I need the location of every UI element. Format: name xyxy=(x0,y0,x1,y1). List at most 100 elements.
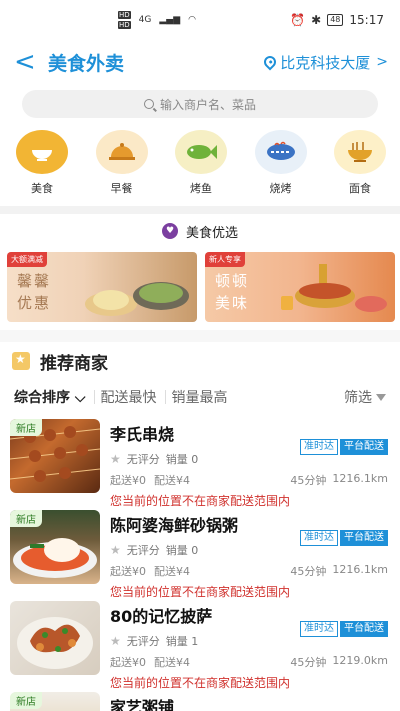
recommend-header: 推荐商家 xyxy=(0,342,400,380)
status-bar: HD HD 4G ▂▄▆ ◠ ⏰ ✱ 48 15:17 xyxy=(0,0,400,40)
sales: 销量 0 xyxy=(165,453,199,466)
bluetooth-icon: ✱ xyxy=(311,13,322,27)
rating: 无评分 xyxy=(126,544,160,557)
sort-sales[interactable]: 销量最高 xyxy=(172,387,236,407)
distance: 1216.1km xyxy=(332,472,388,485)
banner-text-line1: 顿顿 xyxy=(215,272,250,290)
category-food[interactable]: 美食 xyxy=(14,130,70,196)
signal-icon: ▂▄▆ xyxy=(159,15,181,25)
delivery-fee: 配送¥4 xyxy=(154,474,190,487)
search-icon xyxy=(143,99,154,109)
min-order: 起送¥0 xyxy=(110,565,146,578)
back-icon[interactable]: < xyxy=(14,47,38,77)
banner-text-line1: 馨馨 xyxy=(17,272,52,290)
network-label: 4G xyxy=(138,15,152,25)
search-placeholder: 输入商户名、菜品 xyxy=(159,97,256,112)
platform-badge: 平台配送 xyxy=(340,439,388,455)
category-noodles[interactable]: 面食 xyxy=(332,130,388,196)
shop-name: 家艺粥铺 xyxy=(110,698,175,711)
sim1-label: HD xyxy=(118,11,131,19)
new-badge: 新店 xyxy=(10,419,42,436)
recommend-title: 推荐商家 xyxy=(40,353,108,374)
filter-label: 筛选 xyxy=(344,390,372,406)
category-breakfast[interactable]: 早餐 xyxy=(94,130,150,196)
star-icon: ★ xyxy=(110,634,121,648)
nav-bar: < 美食外卖 比克科技大厦 > xyxy=(0,40,400,84)
page-title: 美食外卖 xyxy=(48,52,125,75)
banner-text-line2: 优惠 xyxy=(17,294,52,312)
ontime-badge: 准时达 xyxy=(300,439,338,455)
banner-text-line2: 美味 xyxy=(215,294,250,312)
range-warning: 您当前的位置不在商家配送范围内 xyxy=(110,676,291,690)
shop-card[interactable]: 新店 陈阿婆海鲜砂锅粥 ★ 无评分 销量 0 准时达 平台配送 起送¥0 配送¥… xyxy=(10,505,400,599)
delivery-time: 45分钟 xyxy=(290,656,327,669)
banner-newuser[interactable]: 新人专享 顿顿 美味 xyxy=(205,252,395,322)
category-label: 早餐 xyxy=(110,182,133,195)
range-warning: 您当前的位置不在商家配送范围内 xyxy=(110,494,291,508)
section-gap xyxy=(0,330,400,342)
range-warning: 您当前的位置不在商家配送范围内 xyxy=(110,585,291,599)
star-icon: ★ xyxy=(110,452,121,466)
battery-icon: 48 xyxy=(327,14,344,26)
category-label: 面食 xyxy=(349,182,371,195)
shop-delivery: 起送¥0 配送¥4 45分钟 1219.0km xyxy=(110,654,400,670)
filter-icon xyxy=(376,393,386,401)
sort-fastest[interactable]: 配送最快 xyxy=(101,387,165,407)
fish-icon xyxy=(175,130,227,174)
location-selector[interactable]: 比克科技大厦 > xyxy=(261,52,388,73)
category-bbq[interactable]: 烧烤 xyxy=(253,130,309,196)
category-grilled-fish[interactable]: 烤鱼 xyxy=(173,130,229,196)
cloche-icon xyxy=(95,130,148,174)
chevron-down-icon: ⌵ xyxy=(74,390,86,406)
ontime-badge: 准时达 xyxy=(300,530,338,546)
platform-badge: 平台配送 xyxy=(340,530,388,546)
sort-default-label: 综合排序 xyxy=(14,390,70,406)
shop-thumbnail: 新店 xyxy=(10,419,100,493)
location-label: 比克科技大厦 xyxy=(280,53,371,72)
sales: 销量 0 xyxy=(165,544,199,557)
delivery-time: 45分钟 xyxy=(290,565,327,578)
filter-button[interactable]: 筛选 xyxy=(344,387,386,407)
new-badge: 新店 xyxy=(10,692,42,709)
clock: 15:17 xyxy=(349,13,384,27)
location-pin-icon xyxy=(261,53,279,71)
sort-default[interactable]: 综合排序 ⌵ xyxy=(14,387,94,407)
category-label: 烧烤 xyxy=(269,182,292,195)
shop-info: 陈阿婆海鲜砂锅粥 ★ 无评分 销量 0 准时达 平台配送 起送¥0 配送¥4 4… xyxy=(100,510,400,599)
banner-text: 顿顿 美味 xyxy=(215,270,249,314)
alarm-icon: ⏰ xyxy=(290,13,306,27)
delivery-time: 45分钟 xyxy=(290,474,327,487)
delivery-fee: 配送¥4 xyxy=(154,656,190,669)
shop-delivery: 起送¥0 配送¥4 45分钟 1216.1km xyxy=(110,472,400,488)
status-right: ⏰ ✱ 48 15:17 xyxy=(290,13,384,27)
rating: 无评分 xyxy=(126,453,160,466)
banner-text: 馨馨 优惠 xyxy=(17,270,51,314)
divider xyxy=(93,390,95,404)
shop-card[interactable]: 新店 李氏串烧 ★ 无评分 销量 0 准时达 平台配送 起送¥0 配送¥4 45… xyxy=(10,414,400,508)
sort-bar: 综合排序 ⌵ 配送最快 销量最高 筛选 xyxy=(0,380,400,414)
sim2-label: HD xyxy=(118,21,131,29)
divider xyxy=(164,390,166,404)
noodle-bowl-icon xyxy=(334,130,386,174)
category-row: 美食 早餐 烤鱼 烧烤 面食 xyxy=(0,118,400,196)
sales: 销量 1 xyxy=(165,635,199,648)
distance: 1216.1km xyxy=(332,563,388,576)
banner-tag: 新人专享 xyxy=(205,252,245,267)
wifi-icon: ◠ xyxy=(188,15,196,25)
delivery-tags: 准时达 平台配送 xyxy=(300,621,388,637)
shop-info: 李氏串烧 ★ 无评分 销量 0 准时达 平台配送 起送¥0 配送¥4 45分钟 … xyxy=(100,419,400,508)
food-image xyxy=(85,282,189,316)
banner-discount[interactable]: 大额满减 馨馨 优惠 xyxy=(7,252,197,322)
rating: 无评分 xyxy=(126,635,160,648)
shop-card[interactable]: 80的记忆披萨 ★ 无评分 销量 1 准时达 平台配送 起送¥0 配送¥4 45… xyxy=(10,596,400,690)
min-order: 起送¥0 xyxy=(110,474,146,487)
delivery-fee: 配送¥4 xyxy=(154,565,190,578)
distance: 1219.0km xyxy=(332,654,388,667)
search-wrapper: 输入商户名、菜品 xyxy=(0,84,400,118)
skewer-icon xyxy=(254,130,307,174)
shop-thumbnail: 新店 xyxy=(10,510,100,584)
search-input[interactable]: 输入商户名、菜品 xyxy=(22,90,378,118)
pizza-dish-image xyxy=(17,617,93,669)
shop-list: 新店 李氏串烧 ★ 无评分 销量 0 准时达 平台配送 起送¥0 配送¥4 45… xyxy=(0,414,400,711)
signal-group: HD HD 4G ▂▄▆ ◠ xyxy=(118,10,196,30)
